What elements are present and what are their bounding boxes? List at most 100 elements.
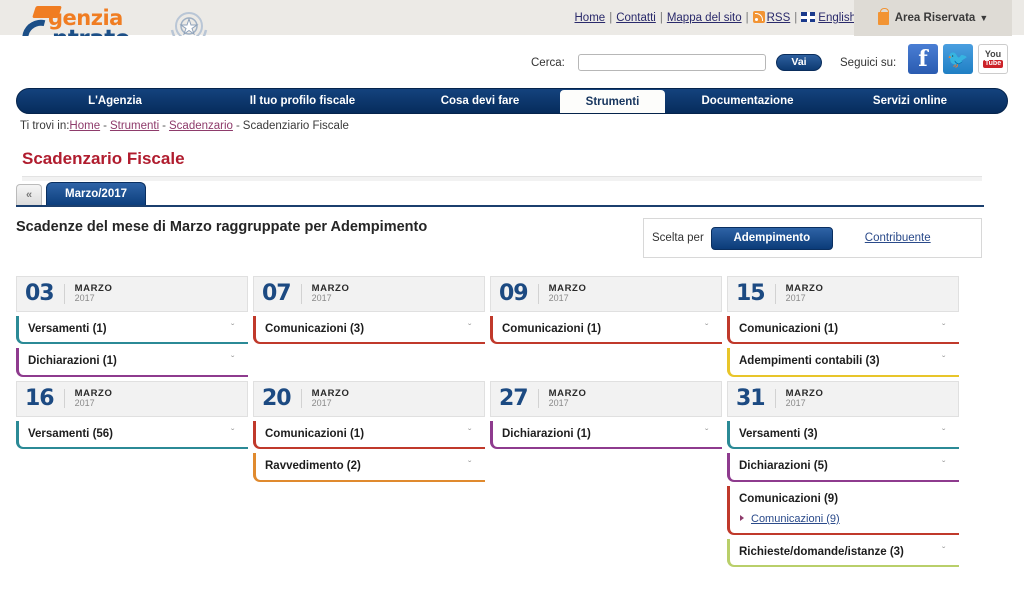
area-riservata-button[interactable]: Area Riservata ▼ — [854, 0, 1012, 36]
accordion-label: Versamenti (3) — [739, 427, 818, 440]
link-mappa-del-sito[interactable]: Mappa del sito — [667, 12, 742, 24]
day-number: 20 — [262, 385, 292, 411]
twitter-icon[interactable]: 🐦 — [943, 44, 973, 74]
breadcrumb-dash: - — [235, 120, 240, 132]
day-card-header: 27 MARZO 2017 — [490, 380, 722, 417]
youtube-icon[interactable]: You Tube — [978, 44, 1008, 74]
accordion-item[interactable]: Dichiarazioni (1) ˇ — [490, 420, 722, 450]
link-separator: | — [609, 12, 613, 24]
chevron-down-icon[interactable]: ˇ — [942, 428, 951, 438]
accordion-item[interactable]: Dichiarazioni (1) ˇ — [16, 348, 248, 377]
day-number: 09 — [499, 281, 529, 306]
accordion-item[interactable]: Comunicazioni (1) ˇ — [253, 420, 485, 450]
day-card-header: 20 MARZO 2017 — [253, 380, 485, 417]
accordion-item[interactable]: Versamenti (3) ˇ — [727, 420, 959, 450]
accordion-label: Comunicazioni (1) — [502, 323, 602, 335]
nav-item-profilo-fiscale[interactable]: Il tuo profilo fiscale — [205, 89, 400, 113]
day-card-15: 15 MARZO 2017 Comunicazioni (1) ˇ Adempimenti… — [727, 276, 959, 377]
day-card-header: 07 MARZO 2017 — [253, 276, 485, 312]
chevron-down-icon[interactable]: ˇ — [942, 461, 951, 471]
link-separator: | — [659, 12, 663, 24]
chevron-down-icon[interactable]: ˇ — [942, 324, 951, 334]
nav-item-servizi-online[interactable]: Servizi online — [830, 89, 990, 113]
accordion-item[interactable]: Dichiarazioni (5) ˇ — [727, 453, 959, 482]
day-number: 15 — [736, 281, 766, 306]
accordion-label: Ravvedimento (2) — [265, 460, 361, 473]
day-date-box: MARZO 2017 — [774, 389, 824, 409]
youtube-you-text: You — [984, 48, 1002, 59]
accordion-item[interactable]: Comunicazioni (9) Comunicazioni (9) — [727, 485, 959, 535]
search-input[interactable] — [578, 54, 766, 71]
day-year: 2017 — [311, 398, 332, 409]
day-year: 2017 — [74, 293, 95, 304]
accordion-label: Dichiarazioni (1) — [28, 355, 117, 368]
accordion-item[interactable]: Comunicazioni (1) ˇ — [490, 316, 722, 345]
month-tab-bar: « Marzo/2017 — [16, 182, 984, 206]
uk-flag-icon — [801, 12, 816, 22]
accordion-item[interactable]: Versamenti (56) ˇ — [16, 420, 248, 450]
day-column: 20 MARZO 2017 Comunicazioni (1) ˇ Ravvediment… — [253, 380, 490, 568]
day-year: 2017 — [785, 293, 806, 304]
day-date-box: MARZO 2017 — [537, 389, 587, 409]
day-column: 31 MARZO 2017 Versamenti (3) ˇ Dichiarazioni … — [727, 380, 964, 568]
follow-us-label: Seguici su: — [840, 57, 897, 69]
chevron-down-icon[interactable]: ˇ — [231, 428, 240, 438]
utility-links: Home | Contatti | Mappa del sito | RSS | English — [575, 11, 856, 24]
breadcrumb-link-home[interactable]: Home — [69, 120, 100, 132]
nav-item-cosa-devi-fare[interactable]: Cosa devi fare — [400, 89, 560, 113]
chevron-down-icon[interactable]: ˇ — [705, 428, 714, 438]
accordion-label: Comunicazioni (1) — [265, 427, 365, 440]
chevron-down-icon[interactable]: ˇ — [468, 428, 477, 438]
chevron-down-icon[interactable]: ˇ — [705, 324, 714, 334]
nav-item-documentazione[interactable]: Documentazione — [665, 89, 830, 113]
breadcrumb-link-scadenzario[interactable]: Scadenzario — [169, 120, 233, 132]
nav-item-strumenti[interactable]: Strumenti — [560, 90, 665, 113]
chevron-down-icon[interactable]: ˇ — [468, 324, 477, 334]
day-card-03: 03 MARZO 2017 Versamenti (1) ˇ Dichiarazioni … — [16, 276, 248, 377]
accordion-label: Richieste/domande/istanze (3) — [739, 545, 904, 558]
accordion-item[interactable]: Richieste/domande/istanze (3) ˇ — [727, 538, 959, 568]
scelta-adempimento-button[interactable]: Adempimento — [710, 226, 833, 250]
accordion-label: Versamenti (56) — [28, 427, 114, 440]
previous-month-button[interactable]: « — [16, 184, 42, 205]
chevron-down-icon[interactable]: ˇ — [942, 356, 951, 366]
day-year: 2017 — [548, 293, 569, 304]
search-submit-button[interactable]: Vai — [776, 54, 822, 71]
accordion-item[interactable]: Adempimenti contabili (3) ˇ — [727, 348, 959, 377]
scelta-contribuente-link[interactable]: Contribuente — [865, 232, 931, 244]
youtube-tube-text: Tube — [982, 59, 1004, 69]
lock-icon — [877, 7, 889, 25]
chevron-down-icon[interactable]: ˇ — [468, 461, 477, 471]
accordion-sublink[interactable]: Comunicazioni (9) — [751, 513, 840, 525]
link-separator: | — [745, 12, 749, 24]
accordion-item[interactable]: Versamenti (1) ˇ — [16, 316, 248, 345]
day-column: 07 MARZO 2017 Comunicazioni (3) ˇ — [253, 276, 490, 377]
day-date-box: MARZO 2017 — [774, 284, 824, 304]
day-date-box: MARZO 2017 — [537, 284, 587, 304]
day-column: 27 MARZO 2017 Dichiarazioni (1) ˇ — [490, 380, 727, 568]
accordion-item[interactable]: Ravvedimento (2) ˇ — [253, 453, 485, 482]
page-root: Home | Contatti | Mappa del sito | RSS | English… — [0, 0, 1024, 598]
breadcrumb: Ti trovi in:Home - Strumenti - Scadenzario - S… — [20, 120, 349, 132]
bullet-arrow-icon — [740, 514, 744, 521]
day-card-header: 15 MARZO 2017 — [727, 276, 959, 312]
accordion-item[interactable]: Comunicazioni (1) ˇ — [727, 316, 959, 345]
chevron-down-icon[interactable]: ˇ — [942, 546, 951, 556]
facebook-icon[interactable]: f — [908, 44, 938, 74]
day-year: 2017 — [548, 398, 569, 409]
month-tab-marzo-2017[interactable]: Marzo/2017 — [46, 182, 147, 205]
link-rss[interactable]: RSS — [767, 12, 791, 24]
day-card-09: 09 MARZO 2017 Comunicazioni (1) ˇ — [490, 276, 722, 345]
link-contatti[interactable]: Contatti — [616, 12, 656, 24]
link-home[interactable]: Home — [575, 12, 606, 24]
link-english[interactable]: English — [818, 12, 856, 24]
chevron-down-icon[interactable]: ˇ — [231, 356, 240, 366]
day-card-27: 27 MARZO 2017 Dichiarazioni (1) ˇ — [490, 380, 722, 450]
section-heading: Scadenze del mese di Marzo raggruppate p… — [16, 219, 428, 235]
breadcrumb-link-strumenti[interactable]: Strumenti — [110, 120, 159, 132]
nav-item-lagenzia[interactable]: L'Agenzia — [25, 89, 205, 113]
accordion-item[interactable]: Comunicazioni (3) ˇ — [253, 316, 485, 345]
chevron-down-icon[interactable]: ˇ — [231, 324, 240, 334]
accordion-label: Dichiarazioni (1) — [502, 427, 591, 440]
day-number: 07 — [262, 281, 292, 306]
